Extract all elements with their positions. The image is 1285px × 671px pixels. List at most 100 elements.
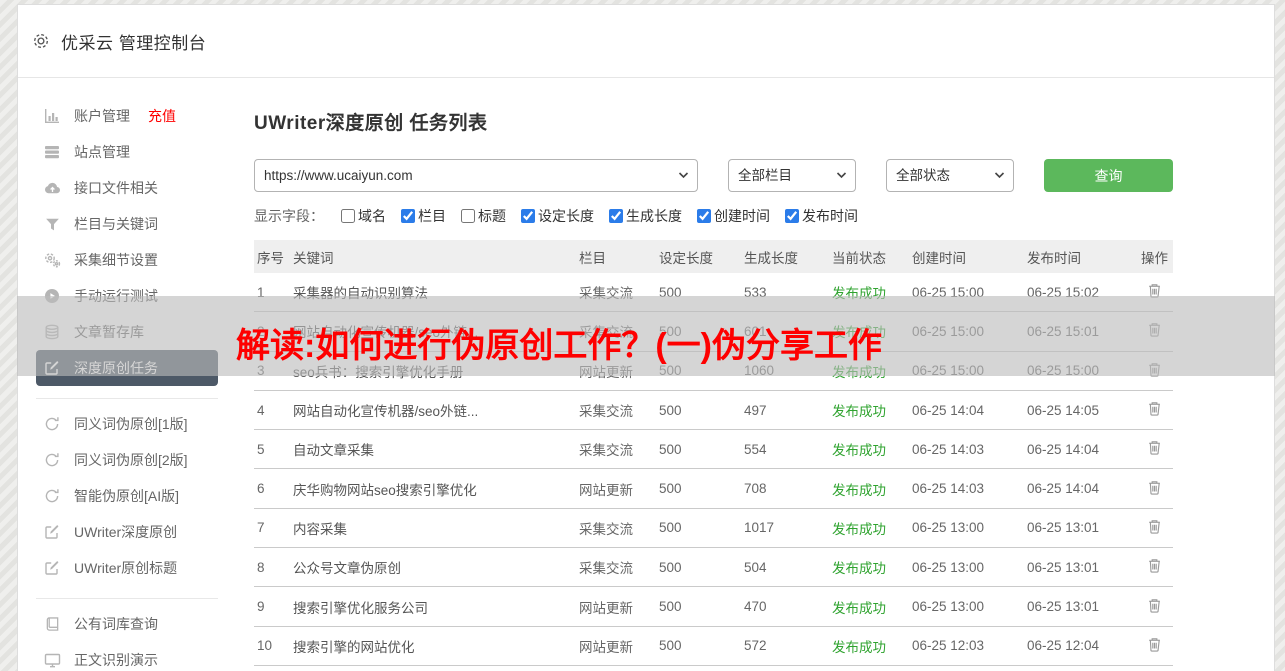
cell-gen-length: 497	[741, 403, 829, 418]
delete-button[interactable]	[1145, 477, 1164, 501]
category-select[interactable]: 全部栏目	[728, 159, 856, 192]
sidebar-item[interactable]: 同义词伪原创[1版]	[36, 406, 218, 442]
cell-gen-length: 554	[741, 442, 829, 457]
page-title: UWriter深度原创 任务列表	[254, 108, 1274, 135]
cell-category: 网站更新	[576, 597, 656, 617]
sidebar-item-label: 智能伪原创[AI版]	[74, 486, 179, 506]
delete-button[interactable]	[1145, 555, 1164, 579]
field-checkbox[interactable]	[785, 209, 799, 223]
column-header: 操作	[1136, 247, 1173, 267]
sidebar-item[interactable]: 接口文件相关	[36, 170, 218, 206]
field-option-label: 生成长度	[626, 206, 682, 226]
filter-toolbar: https://www.ucaiyun.com 全部栏目	[254, 159, 1274, 192]
search-button[interactable]: 查询	[1044, 159, 1173, 192]
delete-button[interactable]	[1145, 437, 1164, 461]
table-row: 4网站自动化宣传机器/seo外链...采集交流500497发布成功06-25 1…	[254, 391, 1173, 430]
monitor-icon	[43, 652, 61, 668]
column-header: 当前状态	[829, 247, 909, 267]
sidebar-item-label: 采集细节设置	[74, 250, 158, 270]
cell-gen-length: 572	[741, 638, 829, 653]
watermark-text: 解读:如何进行伪原创工作？(一)伪分享工作	[236, 318, 882, 367]
field-checkbox[interactable]	[521, 209, 535, 223]
sidebar-item[interactable]: 正文识别演示	[36, 642, 218, 671]
trash-icon	[1147, 479, 1162, 499]
sidebar-item[interactable]: UWriter原创标题	[36, 550, 218, 586]
cell-created: 06-25 12:03	[909, 638, 1024, 653]
field-checkbox[interactable]	[341, 209, 355, 223]
sidebar-item[interactable]: 账户管理充值	[36, 98, 218, 134]
cell-status: 发布成功	[829, 439, 909, 459]
column-header: 生成长度	[741, 247, 829, 267]
cell-category: 网站更新	[576, 479, 656, 499]
delete-button[interactable]	[1145, 595, 1164, 619]
book-icon	[43, 616, 61, 632]
cell-set-length: 500	[656, 560, 741, 575]
trash-icon	[1147, 597, 1162, 617]
field-option[interactable]: 栏目	[401, 206, 446, 226]
field-option-label: 栏目	[418, 206, 446, 226]
cell-published: 06-25 14:04	[1024, 481, 1136, 496]
cell-keyword: 自动文章采集	[290, 439, 576, 459]
field-checkbox[interactable]	[401, 209, 415, 223]
trash-icon	[1147, 636, 1162, 656]
cell-actions	[1136, 555, 1173, 579]
cell-status: 发布成功	[829, 636, 909, 656]
delete-button[interactable]	[1145, 516, 1164, 540]
cell-created: 06-25 13:00	[909, 599, 1024, 614]
cloud-upload-icon	[43, 180, 61, 196]
field-option[interactable]: 发布时间	[785, 206, 858, 226]
field-option[interactable]: 生成长度	[609, 206, 682, 226]
cell-published: 06-25 13:01	[1024, 560, 1136, 575]
cell-created: 06-25 14:04	[909, 403, 1024, 418]
sidebar-item[interactable]: UWriter深度原创	[36, 514, 218, 550]
table-row: 9搜索引擎优化服务公司网站更新500470发布成功06-25 13:0006-2…	[254, 587, 1173, 626]
cell-no: 8	[254, 560, 290, 575]
sidebar-item[interactable]: 智能伪原创[AI版]	[36, 478, 218, 514]
cell-set-length: 500	[656, 481, 741, 496]
recharge-badge[interactable]: 充值	[148, 106, 176, 126]
cell-set-length: 500	[656, 599, 741, 614]
field-option[interactable]: 创建时间	[697, 206, 770, 226]
cell-created: 06-25 13:00	[909, 560, 1024, 575]
field-option[interactable]: 标题	[461, 206, 506, 226]
cell-published: 06-25 14:04	[1024, 442, 1136, 457]
field-option-label: 设定长度	[538, 206, 594, 226]
delete-button[interactable]	[1145, 398, 1164, 422]
sidebar-item[interactable]: 同义词伪原创[2版]	[36, 442, 218, 478]
field-option[interactable]: 设定长度	[521, 206, 594, 226]
status-select[interactable]: 全部状态	[886, 159, 1014, 192]
cell-status: 发布成功	[829, 597, 909, 617]
table-row: 5自动文章采集采集交流500554发布成功06-25 14:0306-25 14…	[254, 430, 1173, 469]
table-header-row: 序号关键词栏目设定长度生成长度当前状态创建时间发布时间操作	[254, 240, 1173, 273]
field-checkbox[interactable]	[461, 209, 475, 223]
bar-chart-icon	[43, 108, 61, 124]
sidebar-divider	[36, 598, 218, 599]
sidebar-item-label: UWriter原创标题	[74, 558, 177, 578]
field-checkbox[interactable]	[609, 209, 623, 223]
cell-keyword: 公众号文章伪原创	[290, 557, 576, 577]
cell-no: 5	[254, 442, 290, 457]
sidebar-item[interactable]: 公有词库查询	[36, 606, 218, 642]
sidebar-divider	[36, 398, 218, 399]
sidebar-item[interactable]: 栏目与关键词	[36, 206, 218, 242]
site-select[interactable]: https://www.ucaiyun.com	[254, 159, 698, 192]
sidebar-item[interactable]: 采集细节设置	[36, 242, 218, 278]
delete-button[interactable]	[1145, 634, 1164, 658]
cell-category: 采集交流	[576, 518, 656, 538]
sidebar-item-label: 同义词伪原创[1版]	[74, 414, 188, 434]
cell-keyword: 搜索引擎的网站优化	[290, 636, 576, 656]
field-checkbox[interactable]	[697, 209, 711, 223]
sidebar-item-label: 站点管理	[74, 142, 130, 162]
column-header: 创建时间	[909, 247, 1024, 267]
gears-icon	[43, 252, 61, 268]
cell-no: 4	[254, 403, 290, 418]
table-row: 6庆华购物网站seo搜索引擎优化网站更新500708发布成功06-25 14:0…	[254, 469, 1173, 508]
filter-icon	[43, 217, 61, 232]
trash-icon	[1147, 518, 1162, 538]
field-option[interactable]: 域名	[341, 206, 386, 226]
field-option-label: 发布时间	[802, 206, 858, 226]
cell-set-length: 500	[656, 520, 741, 535]
sidebar-item[interactable]: 站点管理	[36, 134, 218, 170]
cell-gen-length: 470	[741, 599, 829, 614]
cell-status: 发布成功	[829, 557, 909, 577]
